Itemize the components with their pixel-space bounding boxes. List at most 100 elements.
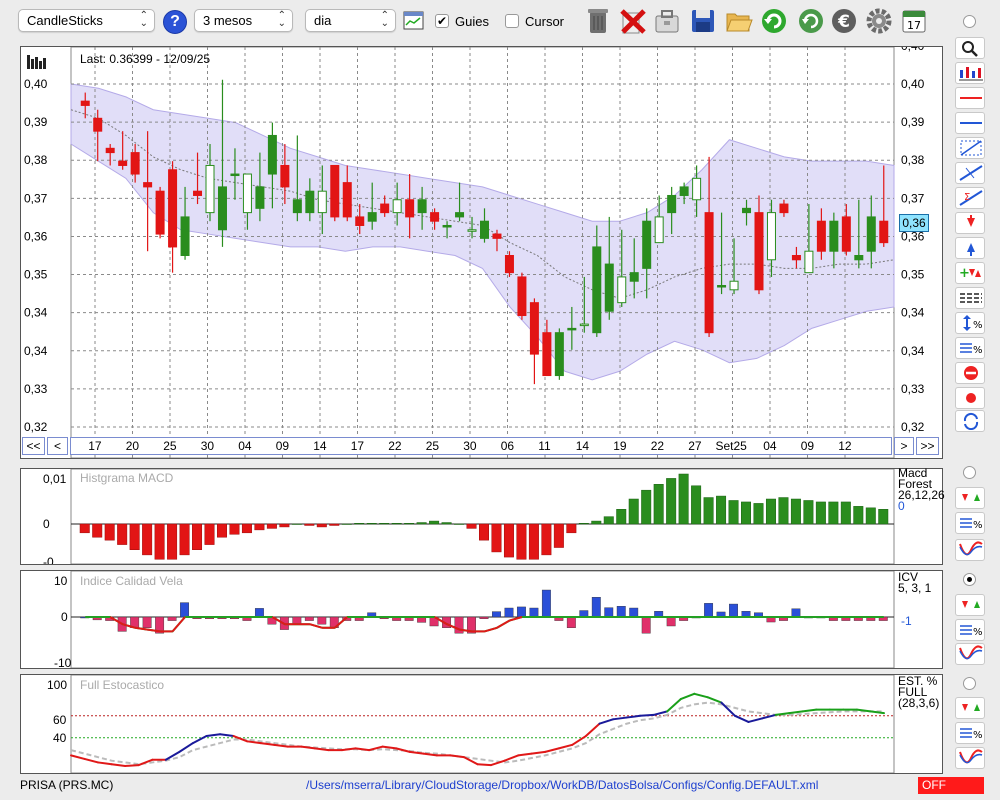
current-value-tag: 0,36 — [899, 214, 929, 232]
gear-icon[interactable] — [865, 7, 893, 35]
candle — [654, 216, 664, 244]
delete-red-x-icon[interactable] — [619, 7, 647, 35]
toolbox-icon[interactable] — [653, 7, 681, 35]
open-folder-icon[interactable] — [725, 7, 753, 35]
candle — [480, 220, 489, 239]
macd-signals-button[interactable] — [955, 487, 985, 509]
percent-lines-button[interactable]: % — [955, 337, 985, 359]
horizontal-line-blue-button[interactable] — [955, 112, 985, 134]
sigma-tool-button[interactable]: Σ — [955, 187, 985, 209]
macd-bar — [840, 501, 851, 525]
candle — [105, 147, 115, 154]
nav-last-button[interactable]: >> — [916, 437, 939, 455]
nav-next-button[interactable]: > — [894, 437, 914, 455]
candle — [292, 199, 302, 214]
refresh-world-icon[interactable] — [797, 7, 825, 35]
stoch-percent-button[interactable]: % — [955, 722, 985, 744]
date-axis-scroll[interactable]: 17 20 25 30 04 09 14 17 22 25 30 06 11 14 19 22 27 Set25 0… — [70, 437, 892, 455]
svg-text:+: + — [959, 266, 970, 281]
dashed-lines-icon — [960, 293, 982, 303]
table-chart-icon[interactable] — [403, 10, 431, 38]
icv-radio[interactable] — [963, 573, 976, 586]
macd-panel: 0,01 0 -0 Histgrama MACD Macd Forest 26,12,2… — [20, 467, 945, 565]
record-button[interactable] — [955, 387, 985, 409]
period-select[interactable]: 3 mesos ⌃ ⌄ — [194, 9, 293, 32]
interval-select[interactable]: dia ⌃ ⌄ — [305, 9, 396, 32]
x-tick-label: 14 — [313, 439, 327, 453]
zoom-button[interactable] — [955, 37, 985, 59]
sync-button[interactable] — [955, 410, 985, 432]
macd-bar — [803, 500, 814, 525]
candlestick-chart[interactable]: 0,40 0,40 0,39 0,39 0,38 0,38 0,37 0,37 0,36 0,36… — [21, 47, 942, 458]
x-tick-label: 11 — [538, 439, 551, 453]
icv-curve-button[interactable] — [955, 643, 985, 665]
ticker-label: PRISA (PRS.MC) — [20, 778, 114, 792]
candle — [717, 285, 727, 288]
cursor-label: Cursor — [525, 14, 565, 29]
add-signal-button[interactable]: + — [955, 262, 985, 284]
y-tick-label: 40 — [53, 731, 67, 745]
x-tick-label: 30 — [463, 439, 477, 453]
euro-coin-icon[interactable]: € — [830, 7, 858, 35]
chart-type-select[interactable]: CandleSticks ⌃ ⌄ — [18, 9, 155, 32]
candle — [155, 190, 165, 235]
stoch-curve-button[interactable] — [955, 747, 985, 769]
macd-bar — [491, 523, 502, 553]
nav-first-button[interactable]: << — [22, 437, 45, 455]
macd-bar — [454, 523, 465, 525]
main-chart-radio[interactable] — [963, 15, 976, 28]
macd-bar — [479, 523, 489, 541]
trendline-icon — [959, 165, 983, 181]
no-entry-button[interactable] — [955, 362, 985, 384]
y-tick-label: 0 — [43, 517, 50, 531]
off-status-badge[interactable]: OFF — [918, 777, 984, 794]
icv-bar — [591, 597, 601, 618]
arrow-up-button[interactable] — [955, 237, 985, 259]
icv-percent-button[interactable]: % — [955, 619, 985, 641]
macd-bar — [815, 501, 826, 525]
trendline-tool-button[interactable] — [955, 162, 985, 184]
macd-title: Histgrama MACD — [80, 471, 174, 485]
icv-signals-button[interactable] — [955, 594, 985, 616]
help-icon[interactable]: ? — [163, 10, 187, 34]
candle — [467, 229, 477, 232]
stoch-radio[interactable] — [963, 677, 976, 690]
cursor-checkbox[interactable] — [505, 14, 519, 28]
x-tick-label: 17 — [350, 439, 365, 453]
macd-bar — [341, 523, 352, 525]
stoch-signals-button[interactable] — [955, 697, 985, 719]
macd-bar — [204, 523, 215, 545]
macd-bar — [578, 523, 589, 525]
candle — [567, 327, 577, 331]
plus-arrows-icon: + — [959, 266, 981, 281]
grid-lines-button[interactable] — [955, 287, 985, 309]
channel-tool-button[interactable] — [955, 137, 985, 159]
candles-style-button[interactable] — [955, 62, 985, 84]
save-disk-icon[interactable] — [690, 7, 718, 35]
refresh-green-icon[interactable] — [760, 7, 788, 35]
red-dot-icon — [966, 393, 976, 403]
x-tick-label: 20 — [125, 439, 140, 453]
x-tick-label: 09 — [275, 439, 290, 453]
horizontal-line-red-button[interactable] — [955, 87, 985, 109]
macd-bar — [653, 484, 664, 525]
nav-prev-button[interactable]: < — [47, 437, 68, 455]
macd-radio[interactable] — [963, 466, 976, 479]
candle — [380, 203, 390, 214]
x-tick-label: 25 — [163, 439, 177, 453]
scale-percent-button[interactable]: % — [955, 312, 985, 334]
y-tick-label: 60 — [53, 713, 67, 727]
macd-percent-button[interactable]: % — [955, 512, 985, 534]
y-tick-label-right: 0,39 — [901, 115, 925, 129]
macd-bar — [279, 523, 290, 528]
macd-curve-button[interactable] — [955, 539, 985, 561]
guides-checkbox[interactable]: ✔ — [435, 14, 449, 28]
calendar-icon[interactable]: 17 — [901, 7, 929, 35]
candle — [841, 216, 851, 252]
arrow-down-button[interactable] — [955, 212, 985, 234]
trash-icon[interactable] — [585, 7, 613, 35]
y-tick-label-right: 0,38 — [901, 153, 925, 167]
candle — [529, 302, 539, 355]
macd-bar — [379, 523, 390, 525]
config-path-link[interactable]: /Users/mserra/Library/CloudStorage/Dropb… — [306, 778, 818, 792]
